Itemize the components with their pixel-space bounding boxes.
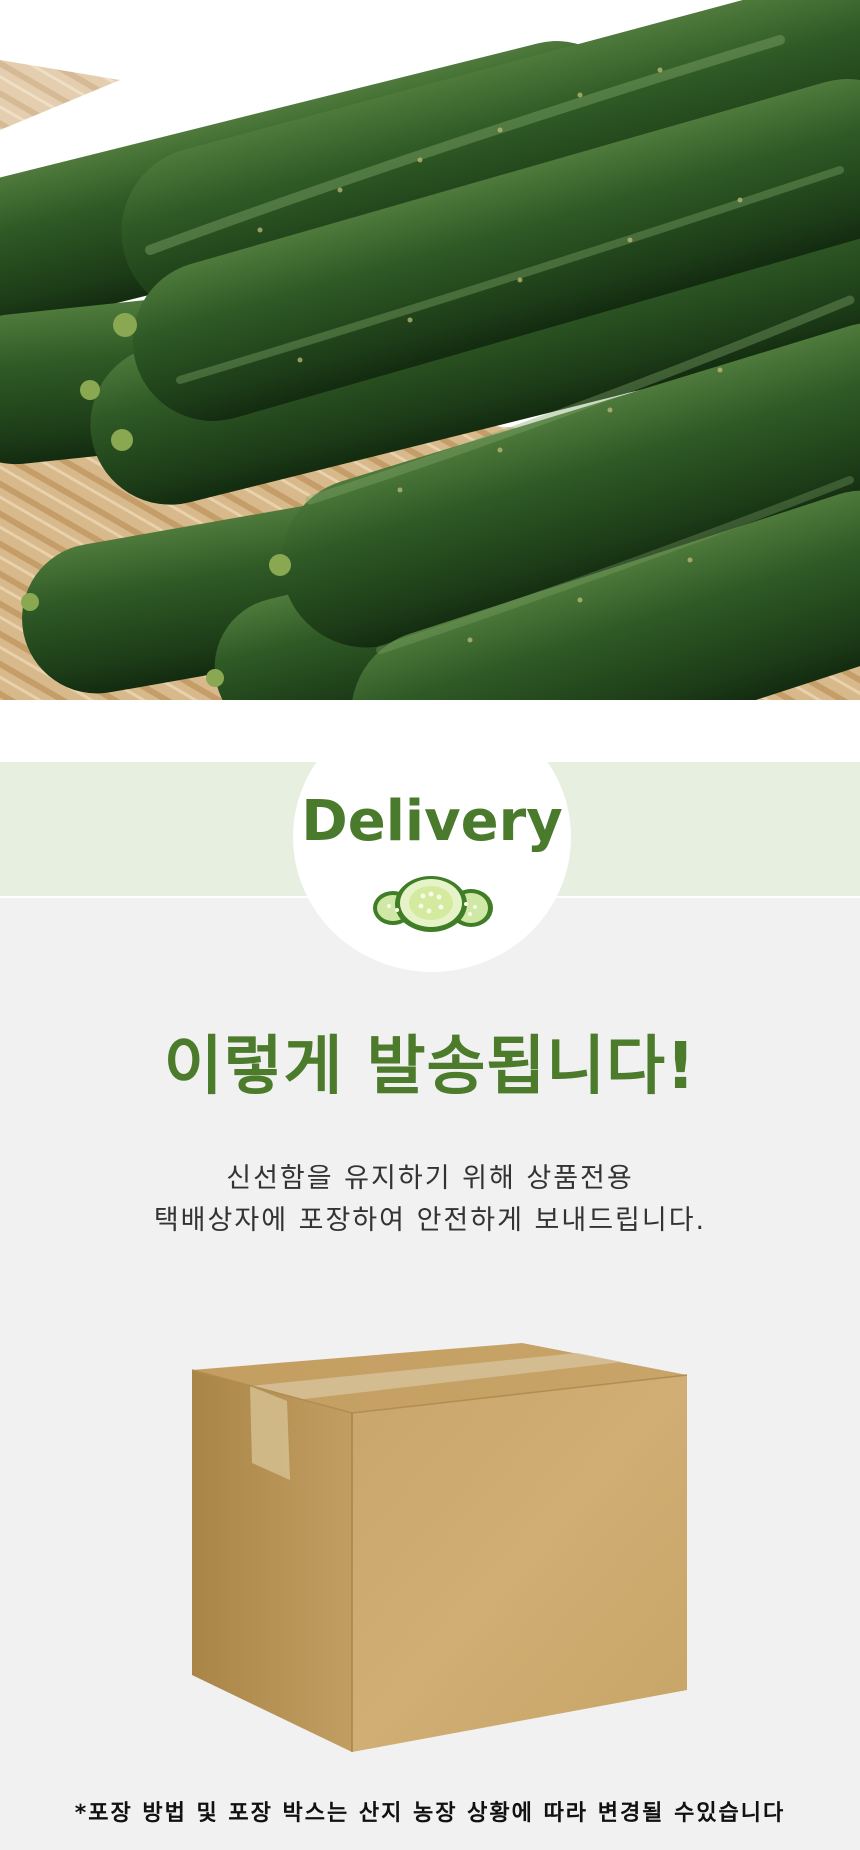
cardboard-box-icon — [182, 1335, 692, 1759]
shipping-headline: 이렇게 발송됩니다! — [163, 1030, 697, 1104]
delivery-badge: Delivery — [293, 702, 571, 972]
shipping-description: 신선함을 유지하기 위해 상품전용 택배상자에 포장하여 안전하게 보내드립니다… — [0, 1158, 860, 1242]
badge-title: Delivery — [301, 789, 563, 854]
packaging-footnote: *포장 방법 및 포장 박스는 산지 농장 상황에 따라 변경될 수있습니다 — [74, 1801, 786, 1826]
description-line-1: 신선함을 유지하기 위해 상품전용 — [226, 1163, 634, 1194]
description-line-2: 택배상자에 포장하여 안전하게 보내드립니다. — [153, 1205, 707, 1236]
cucumbers-illustration — [0, 0, 860, 700]
cucumber-slices-icon — [371, 874, 495, 942]
hero-product-image — [0, 0, 860, 700]
